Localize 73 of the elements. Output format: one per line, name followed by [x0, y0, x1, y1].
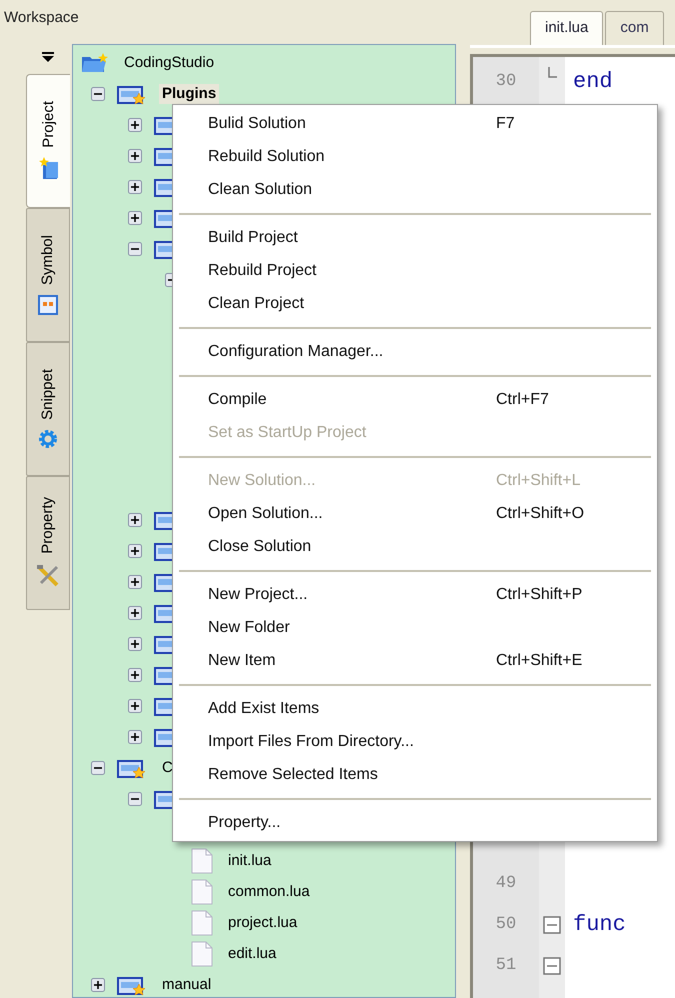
menu-item[interactable]: Configuration Manager...: [175, 335, 655, 368]
code-line: end: [572, 68, 613, 96]
collapse-toggle-icon[interactable]: [91, 760, 105, 774]
menu-item[interactable]: Clean Project: [175, 287, 655, 320]
side-tab[interactable]: Property: [26, 476, 70, 610]
expand-toggle-icon[interactable]: [128, 636, 142, 650]
code-line: func: [572, 911, 626, 939]
menu-shortcut: Ctrl+Shift+P: [496, 584, 582, 604]
expand-toggle-icon[interactable]: [128, 668, 142, 682]
panel-title: Workspace: [3, 8, 80, 28]
expand-toggle-icon[interactable]: [128, 118, 142, 132]
collapse-toggle-icon[interactable]: [128, 242, 142, 256]
menu-item[interactable]: New Item Ctrl+Shift+E: [175, 644, 655, 677]
menu-shortcut: Ctrl+Shift+E: [496, 650, 582, 670]
symbol-icon: [38, 295, 58, 316]
expand-toggle-icon[interactable]: [91, 978, 105, 992]
folder-star-icon: [81, 52, 109, 74]
expand-toggle-icon[interactable]: [128, 606, 142, 620]
tree-item[interactable]: project.lua: [225, 912, 300, 932]
side-tab[interactable]: Symbol: [26, 208, 70, 342]
expand-toggle-icon[interactable]: [128, 180, 142, 194]
menu-item[interactable]: Compile Ctrl+F7: [175, 383, 655, 416]
collapse-toggle-icon[interactable]: [91, 86, 105, 100]
menu-shortcut: Ctrl+F7: [496, 390, 549, 410]
menu-item[interactable]: Import Files From Directory...: [175, 725, 655, 758]
tree-item[interactable]: init.lua: [225, 850, 274, 870]
expand-toggle-icon[interactable]: [128, 574, 142, 588]
editor-tab[interactable]: com: [605, 11, 664, 45]
editor-tab[interactable]: init.lua: [530, 11, 604, 45]
menu-item[interactable]: Bulid Solution F7: [175, 107, 655, 140]
fold-toggle-icon[interactable]: [543, 916, 561, 934]
line-number: 50: [496, 914, 516, 936]
expand-toggle-icon[interactable]: [128, 730, 142, 744]
tree-item[interactable]: edit.lua: [225, 944, 280, 964]
tree-item[interactable]: manual: [159, 974, 214, 994]
fold-toggle-icon[interactable]: [543, 956, 561, 974]
menu-item[interactable]: Clean Solution: [175, 173, 655, 206]
expand-toggle-icon[interactable]: [128, 544, 142, 558]
tree-item[interactable]: common.lua: [225, 882, 313, 902]
side-tab[interactable]: Snippet: [26, 342, 70, 476]
expand-toggle-icon[interactable]: [128, 698, 142, 712]
menu-item[interactable]: Property...: [175, 806, 655, 839]
line-number: 30: [496, 70, 516, 93]
collapse-toggle-icon[interactable]: [128, 792, 142, 806]
line-number: 49: [496, 872, 516, 895]
expand-toggle-icon[interactable]: [128, 512, 142, 526]
menu-item[interactable]: Remove Selected Items: [175, 758, 655, 791]
menu-item[interactable]: Close Solution: [175, 530, 655, 563]
tree-item[interactable]: C: [159, 758, 176, 778]
tree-item[interactable]: CodingStudio: [121, 52, 218, 72]
line-number: 51: [496, 954, 516, 977]
menu-item[interactable]: Open Solution... Ctrl+Shift+O: [175, 497, 655, 530]
dropdown-icon[interactable]: [42, 52, 54, 62]
menu-item[interactable]: Add Exist Items: [175, 692, 655, 725]
menu-item[interactable]: New Project... Ctrl+Shift+P: [175, 578, 655, 611]
project-icon: [38, 157, 60, 182]
file-icon: [191, 910, 213, 936]
menu-item[interactable]: Rebuild Project: [175, 254, 655, 287]
fold-end-icon: [548, 67, 556, 78]
tree-item[interactable]: Plugins: [159, 84, 220, 104]
menu-shortcut: Ctrl+Shift+O: [496, 504, 584, 524]
side-tab[interactable]: Project: [26, 74, 70, 208]
file-icon: [191, 848, 213, 874]
menu-item[interactable]: New Folder: [175, 611, 655, 644]
expand-toggle-icon[interactable]: [128, 210, 142, 224]
menu-item[interactable]: Rebuild Solution: [175, 140, 655, 173]
menu-shortcut: Ctrl+Shift+L: [496, 470, 580, 490]
menu-shortcut: F7: [496, 114, 515, 134]
file-icon: [191, 878, 213, 904]
gear-icon: [38, 429, 58, 450]
expand-toggle-icon[interactable]: [128, 148, 142, 162]
file-icon: [191, 940, 213, 966]
menu-item[interactable]: Build Project: [175, 221, 655, 254]
